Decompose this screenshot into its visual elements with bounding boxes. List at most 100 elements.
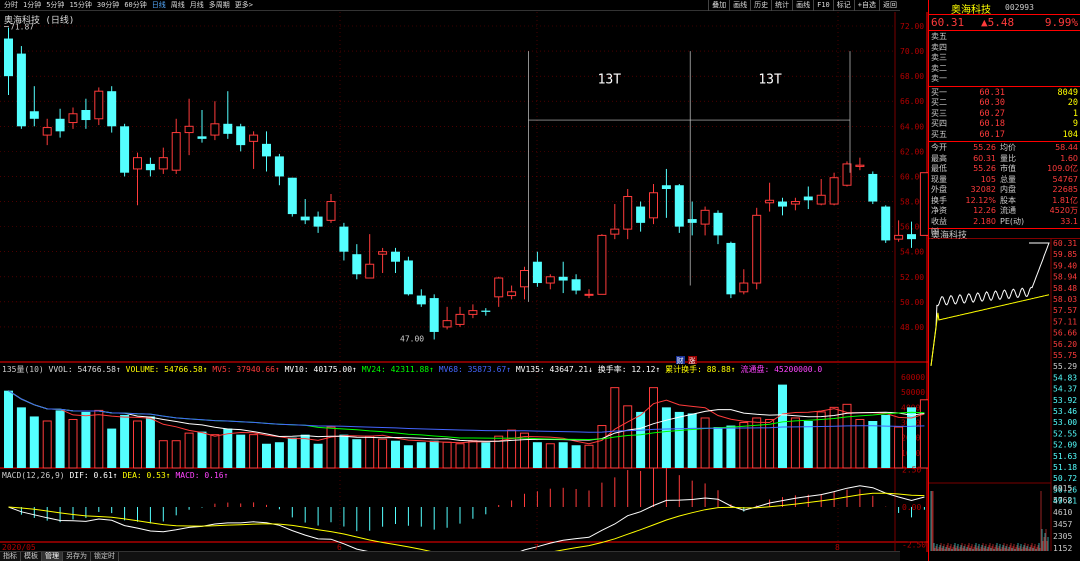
- bottom-tab[interactable]: 模板: [21, 552, 42, 561]
- order-row[interactable]: 卖二: [929, 64, 1080, 75]
- bottom-tab[interactable]: 指标: [0, 552, 21, 561]
- period-tab[interactable]: 5分钟: [46, 1, 64, 10]
- period-toolbar: 分时 1分钟 5分钟 15分钟 30分钟 60分钟 日线 周线 月线 多周期 更多> 叠加 画线 历史统…: [0, 0, 900, 11]
- candle-body: [313, 216, 323, 227]
- order-row[interactable]: 买二 60.30 20: [929, 98, 1080, 109]
- volume-bar: [391, 440, 400, 468]
- volume-bar: [274, 442, 284, 468]
- candle-body: [803, 196, 813, 201]
- volume-bar: [584, 444, 594, 469]
- order-row[interactable]: 卖五: [929, 32, 1080, 43]
- order-row[interactable]: 买三 60.27 1: [929, 109, 1080, 120]
- stat-k2: 流通: [1000, 206, 1016, 215]
- bottom-tab[interactable]: 管理: [42, 552, 63, 561]
- volume-bar: [649, 387, 658, 469]
- order-label: 买五: [931, 129, 947, 139]
- volume-bar: [81, 411, 91, 468]
- volume-bar: [16, 407, 26, 468]
- candle-body: [790, 201, 800, 205]
- candle-body: [442, 320, 452, 328]
- period-tab[interactable]: 月线: [190, 1, 204, 10]
- quote-header: 奥海科技 002993: [929, 0, 1080, 16]
- toolbar-button[interactable]: 画线: [729, 0, 750, 11]
- volume-bar: [133, 420, 142, 469]
- volume-bar: [713, 427, 723, 468]
- toolbar-button[interactable]: 标记: [832, 0, 854, 11]
- stat-k2: PE(动): [1000, 216, 1025, 226]
- volume-bar: [571, 445, 581, 468]
- volume-bar: [107, 428, 117, 468]
- quote-panel: 奥海科技 002993 60.31 ▲5.48 9.99% 卖五 卖四 卖三 卖二 卖一…: [928, 0, 1080, 561]
- stat-v2: 1.81亿: [1052, 195, 1078, 205]
- period-tab[interactable]: 60分钟: [124, 1, 146, 10]
- volume-bar: [468, 440, 478, 469]
- stat-v2: 1.60: [1060, 153, 1078, 163]
- candle-body: [120, 126, 130, 173]
- volume-bar: [365, 435, 375, 469]
- candle-body: [29, 111, 39, 119]
- volume-ma-line: [8, 390, 925, 433]
- stat-v2: 22685: [1052, 185, 1078, 194]
- period-tab[interactable]: 周线: [171, 1, 185, 10]
- mini-price-label: 53.92: [1053, 396, 1077, 405]
- macd-indicator-name[interactable]: MACD(12,26,9): [2, 471, 65, 480]
- toolbar-button[interactable]: 叠加: [708, 0, 729, 11]
- candle-body: [571, 279, 581, 291]
- period-tab[interactable]: 更多>: [235, 1, 253, 10]
- candle-body: [197, 136, 207, 139]
- period-tab[interactable]: 1分钟: [23, 1, 41, 10]
- toolbar-button[interactable]: 统计: [771, 0, 792, 11]
- candle-body: [403, 260, 413, 295]
- candle-body: [300, 216, 310, 221]
- order-row[interactable]: 卖一: [929, 74, 1080, 85]
- toolbar-button[interactable]: 历史: [750, 0, 771, 11]
- toolbar-button[interactable]: F10: [813, 0, 833, 11]
- candle-body: [236, 126, 246, 146]
- order-row[interactable]: 买四 60.18 9: [929, 119, 1080, 130]
- order-row[interactable]: 买一 60.31 8049: [929, 88, 1080, 99]
- bottom-tab[interactable]: 锁定时: [91, 552, 119, 561]
- mini-price-label: 52.55: [1053, 429, 1077, 438]
- period-tab[interactable]: 15分钟: [69, 1, 91, 10]
- period-tab[interactable]: 多周期: [209, 1, 230, 10]
- volume-axis-label: 50000: [901, 388, 925, 397]
- order-label: 买二: [931, 98, 947, 107]
- stat-v1: 2.180: [973, 216, 996, 226]
- mini-price-line: [930, 242, 1050, 366]
- candle-body: [429, 298, 439, 332]
- candle-body: [919, 172, 928, 236]
- order-price: 60.31: [979, 87, 1005, 98]
- order-row[interactable]: 卖三: [929, 53, 1080, 64]
- order-row[interactable]: 买五 60.17 104: [929, 130, 1080, 141]
- mini-vol-label: 5762: [1053, 496, 1072, 505]
- volume-bar: [171, 440, 181, 469]
- period-tab[interactable]: 分时: [4, 1, 18, 10]
- candle-body: [881, 206, 891, 241]
- mv5-value: MV5: 37940.66↑: [212, 365, 280, 374]
- toolbar-button[interactable]: +自选: [853, 0, 879, 11]
- candle-body: [507, 291, 517, 297]
- volume-bar: [262, 443, 271, 468]
- interval-label-1: 13T: [598, 73, 622, 88]
- volume-bar: [726, 425, 736, 468]
- candle-body: [81, 110, 91, 121]
- price-axis-label: 72.00: [900, 22, 924, 31]
- bottom-tab[interactable]: 另存为: [63, 552, 91, 561]
- volume-bar: [816, 411, 826, 469]
- period-tab[interactable]: 日线: [152, 1, 166, 10]
- stat-v1: 32082: [970, 185, 996, 194]
- vol-indicator-name[interactable]: 135量(10): [2, 365, 44, 374]
- volume-bar: [739, 422, 749, 469]
- order-row[interactable]: 卖四: [929, 43, 1080, 54]
- volume-bar: [210, 434, 220, 469]
- stat-k2: 股本: [1000, 195, 1016, 205]
- candle-body: [107, 91, 117, 127]
- mv10-value: MV10: 40175.00↑: [284, 365, 357, 374]
- order-volume: [1005, 53, 1080, 64]
- volume-bar: [919, 399, 928, 469]
- toolbar-button[interactable]: 画线: [792, 0, 813, 11]
- period-tab[interactable]: 30分钟: [97, 1, 119, 10]
- toolbar-button[interactable]: 返回: [879, 0, 900, 11]
- mini-price-label: 57.57: [1053, 306, 1077, 315]
- candle-body: [145, 163, 155, 171]
